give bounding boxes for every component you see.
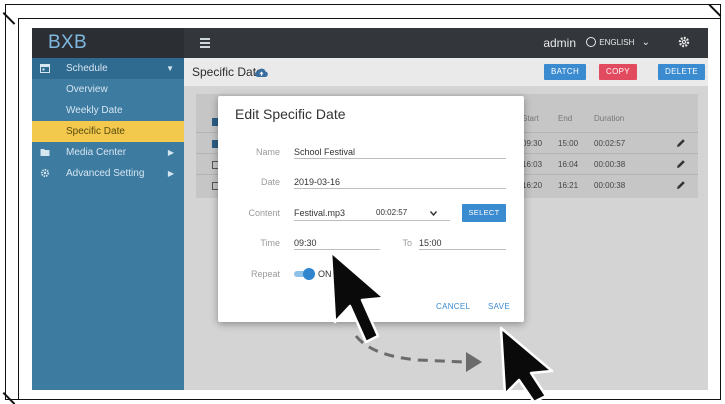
overlay-layer	[329, 250, 554, 404]
cursor-arrow-icon	[499, 326, 554, 404]
dashed-arrow-head	[466, 352, 482, 372]
cursor-arrow-icon	[329, 250, 386, 344]
